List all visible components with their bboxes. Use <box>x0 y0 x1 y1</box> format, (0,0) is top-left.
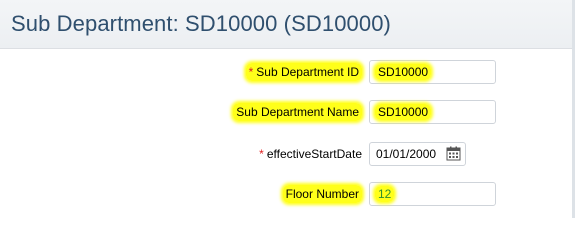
effective-start-date-input[interactable]: 01/01/2000 <box>369 142 466 166</box>
effective-start-date-value: 01/01/2000 <box>376 147 437 161</box>
required-marker: * <box>259 147 264 161</box>
required-marker: * <box>248 65 254 79</box>
floor-number-label: Floor Number <box>282 185 362 203</box>
effective-start-date-label: effectiveStartDate <box>266 147 362 161</box>
sub-department-id-highlight: * Sub Department ID <box>245 63 362 81</box>
page-title: Sub Department: SD10000 (SD10000) <box>11 11 391 36</box>
floor-number-label-wrap: Floor Number <box>282 185 362 203</box>
sub-department-id-label: Sub Department ID <box>256 65 359 79</box>
sub-department-id-input[interactable]: SD10000 <box>369 60 496 84</box>
sub-department-name-value: SD10000 <box>375 104 432 120</box>
form-row-sub-department-id: * Sub Department ID SD10000 <box>0 59 575 87</box>
sub-department-name-label-wrap: Sub Department Name <box>233 103 362 121</box>
form-row-floor-number: Floor Number 12 <box>0 181 575 209</box>
sub-department-id-value: SD10000 <box>375 64 432 80</box>
floor-number-input[interactable]: 12 <box>369 182 496 206</box>
floor-number-value: 12 <box>375 186 395 202</box>
sub-department-name-input[interactable]: SD10000 <box>369 100 496 124</box>
page-header: Sub Department: SD10000 (SD10000) <box>0 0 575 49</box>
form-row-sub-department-name: Sub Department Name SD10000 <box>0 99 575 127</box>
form-row-effective-start-date: * effectiveStartDate 01/01/2000 <box>0 141 575 169</box>
sub-department-id-label-wrap: * Sub Department ID <box>245 63 362 81</box>
calendar-icon[interactable] <box>446 146 461 161</box>
sub-department-name-label: Sub Department Name <box>233 103 362 121</box>
effective-start-date-label-wrap: * effectiveStartDate <box>259 147 362 161</box>
